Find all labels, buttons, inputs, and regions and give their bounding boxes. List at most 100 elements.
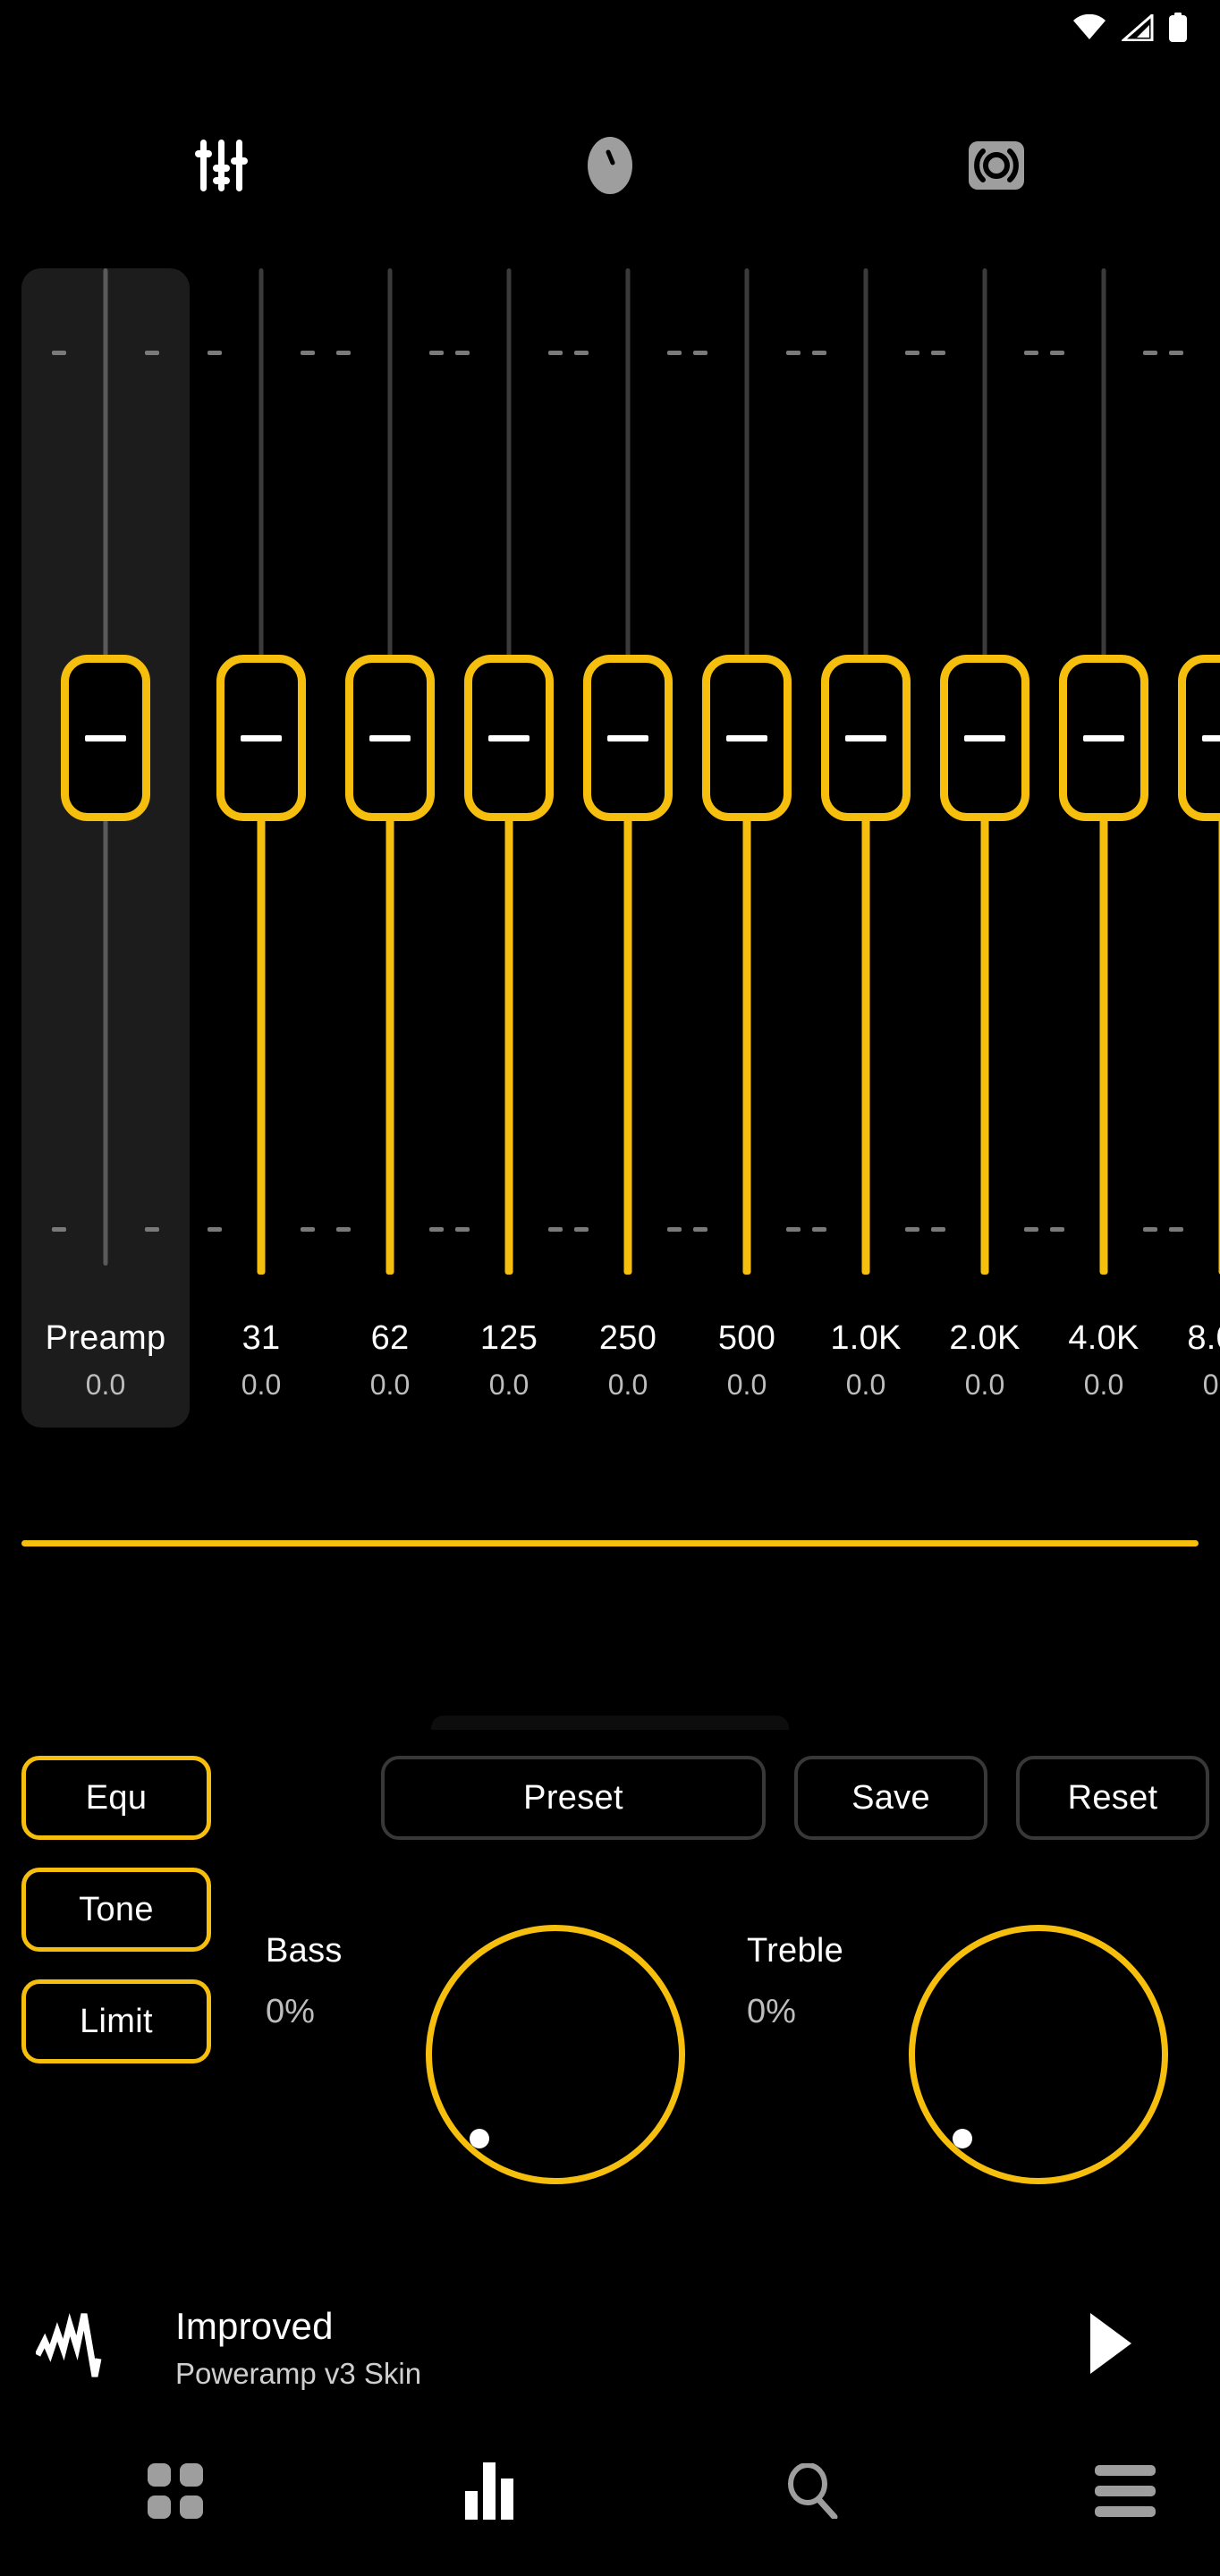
nav-search[interactable]	[732, 2424, 893, 2558]
slider-preamp[interactable]: Preamp 0.0	[21, 268, 190, 1428]
stereo-speaker-icon	[969, 141, 1024, 190]
bass-label: Bass	[266, 1932, 343, 1970]
tick-mark	[145, 1227, 159, 1232]
tick-mark	[1169, 351, 1183, 355]
band-label: 8.0K	[1164, 1319, 1220, 1358]
band-track-fill	[505, 818, 513, 1275]
tick-mark	[1143, 351, 1157, 355]
tick-mark	[693, 351, 707, 355]
play-icon[interactable]	[1070, 2305, 1150, 2382]
tick-mark	[931, 1227, 945, 1232]
tab-equalizer[interactable]	[168, 116, 275, 215]
slider-band-31[interactable]: 31 0.0	[202, 268, 320, 1428]
nav-library[interactable]	[95, 2424, 256, 2558]
tick-mark	[693, 1227, 707, 1232]
tab-stereo[interactable]	[943, 116, 1050, 215]
tab-tone-knob[interactable]	[556, 116, 664, 215]
nav-equalizer[interactable]	[411, 2424, 572, 2558]
band-slider-thumb[interactable]	[216, 655, 306, 821]
bass-value: 0%	[266, 1993, 315, 2031]
band-value: 0.0	[331, 1368, 449, 1402]
equ-toggle-button[interactable]: Equ	[21, 1756, 211, 1840]
band-track-fill	[624, 818, 632, 1275]
slider-band-250[interactable]: 250 0.0	[569, 268, 687, 1428]
reset-button[interactable]: Reset	[1016, 1756, 1209, 1840]
preamp-value: 0.0	[21, 1368, 190, 1402]
slider-band-500[interactable]: 500 0.0	[688, 268, 806, 1428]
thumb-dash-icon	[726, 735, 767, 741]
band-value: 0.0	[569, 1368, 687, 1402]
tick-mark	[931, 351, 945, 355]
band-value: 0.0	[926, 1368, 1044, 1402]
thumb-dash-icon	[1202, 735, 1220, 741]
tone-toggle-button[interactable]: Tone	[21, 1868, 211, 1952]
tick-mark	[574, 351, 589, 355]
band-slider-thumb[interactable]	[1059, 655, 1148, 821]
band-label: 500	[688, 1319, 806, 1358]
thumb-dash-icon	[369, 735, 411, 741]
tick-mark	[336, 1227, 351, 1232]
grid-icon	[148, 2463, 203, 2519]
thumb-dash-icon	[845, 735, 886, 741]
app-root: Preamp 0.0 31 0.0 6	[0, 0, 1220, 2576]
band-label: 250	[569, 1319, 687, 1358]
knob-dial-icon	[587, 136, 633, 195]
preamp-slider-thumb[interactable]	[61, 655, 150, 821]
band-track-fill	[386, 818, 394, 1275]
band-track-fill	[1100, 818, 1108, 1275]
nav-menu[interactable]	[1045, 2424, 1206, 2558]
slider-band-125[interactable]: 125 0.0	[450, 268, 568, 1428]
band-slider-thumb[interactable]	[464, 655, 554, 821]
treble-knob[interactable]	[909, 1925, 1168, 2184]
slider-band-62[interactable]: 62 0.0	[331, 268, 449, 1428]
slider-band-2k[interactable]: 2.0K 0.0	[926, 268, 1044, 1428]
band-value: 0.0	[202, 1368, 320, 1402]
save-button[interactable]: Save	[794, 1756, 987, 1840]
tick-mark	[455, 351, 470, 355]
tick-mark	[667, 1227, 682, 1232]
hamburger-icon	[1095, 2465, 1156, 2517]
band-slider-thumb[interactable]	[821, 655, 911, 821]
band-slider-thumb[interactable]	[702, 655, 792, 821]
knob-indicator-dot	[953, 2129, 972, 2148]
now-playing-title: Improved	[175, 2305, 334, 2348]
now-playing-bar[interactable]: Improved Poweramp v3 Skin	[0, 2276, 1220, 2411]
band-label: 125	[450, 1319, 568, 1358]
band-slider-thumb[interactable]	[940, 655, 1029, 821]
status-bar	[0, 0, 1220, 55]
tick-mark	[145, 351, 159, 355]
tick-mark	[1024, 1227, 1038, 1232]
waveform-icon	[36, 2305, 118, 2382]
band-label: 62	[331, 1319, 449, 1358]
band-slider-thumb[interactable]	[1178, 655, 1220, 821]
tick-mark	[905, 1227, 919, 1232]
slider-band-4k[interactable]: 4.0K 0.0	[1045, 268, 1163, 1428]
thumb-dash-icon	[964, 735, 1005, 741]
slider-band-1k[interactable]: 1.0K 0.0	[807, 268, 925, 1428]
bottom-sheet-handle[interactable]	[431, 1716, 789, 1730]
slider-band-8k[interactable]: 8.0K 0.0	[1164, 268, 1220, 1428]
tick-mark	[1024, 351, 1038, 355]
tick-mark	[455, 1227, 470, 1232]
band-slider-thumb[interactable]	[345, 655, 435, 821]
tick-mark	[429, 1227, 444, 1232]
thumb-dash-icon	[607, 735, 648, 741]
tick-mark	[812, 1227, 826, 1232]
tick-mark	[786, 1227, 801, 1232]
tick-mark	[301, 351, 315, 355]
preset-button[interactable]: Preset	[381, 1756, 766, 1840]
limit-toggle-button[interactable]: Limit	[21, 1979, 211, 2063]
now-playing-subtitle: Poweramp v3 Skin	[175, 2357, 421, 2391]
wifi-icon	[1072, 14, 1107, 41]
tick-mark	[548, 351, 563, 355]
band-slider-thumb[interactable]	[583, 655, 673, 821]
bass-knob[interactable]	[426, 1925, 685, 2184]
tick-mark	[301, 1227, 315, 1232]
treble-label: Treble	[747, 1932, 843, 1970]
band-label: 4.0K	[1045, 1319, 1163, 1358]
band-value: 0.0	[1045, 1368, 1163, 1402]
band-label: 31	[202, 1319, 320, 1358]
tick-mark	[52, 351, 66, 355]
band-value: 0.0	[450, 1368, 568, 1402]
band-value: 0.0	[1164, 1368, 1220, 1402]
